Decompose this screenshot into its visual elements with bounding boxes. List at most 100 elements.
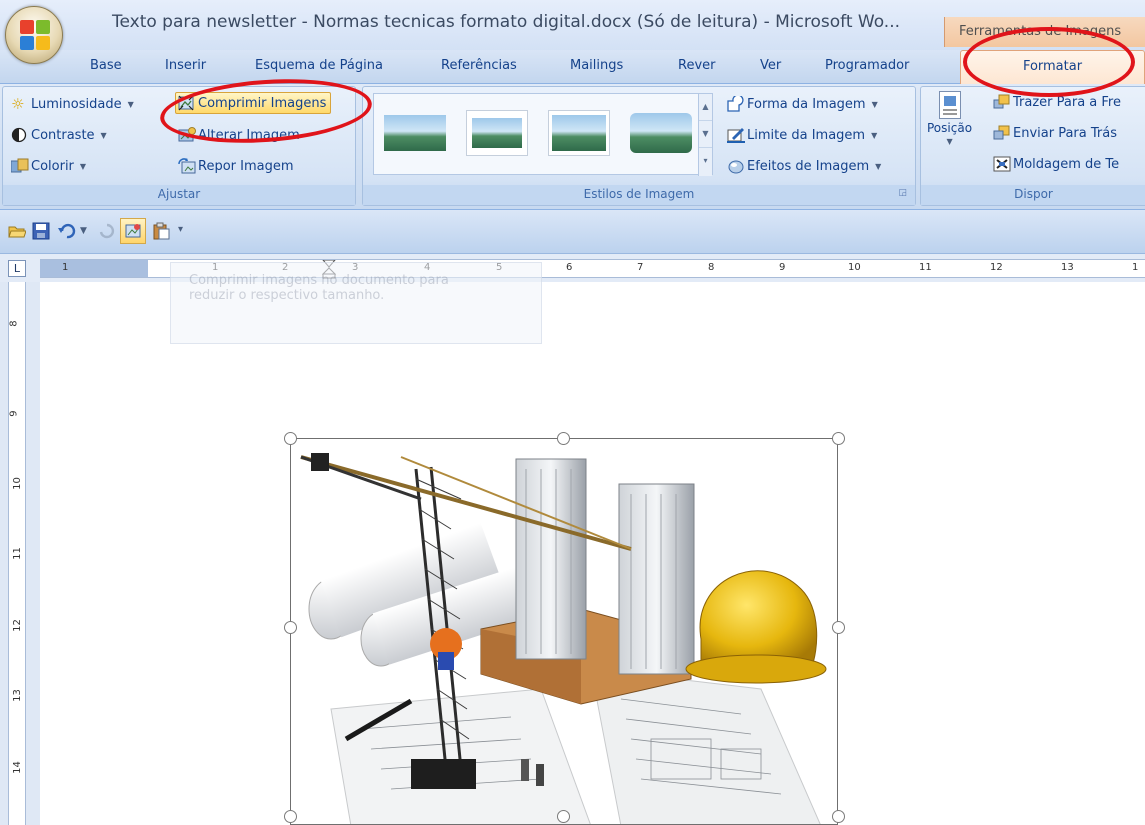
tab-programador[interactable]: Programador — [825, 58, 909, 73]
comprimir-imagens-button[interactable]: Comprimir Imagens — [175, 92, 332, 114]
ruler-number: 13 — [1061, 262, 1074, 273]
picture-style-thumb[interactable] — [466, 110, 528, 156]
paste-icon[interactable] — [152, 222, 170, 240]
forma-da-imagem-button[interactable]: Forma da Imagem ▼ — [727, 93, 878, 115]
resize-handle-bottom[interactable] — [557, 810, 570, 823]
ruler-number: 9 — [8, 410, 20, 417]
tab-formatar[interactable]: Formatar — [960, 50, 1145, 85]
contrast-icon — [11, 127, 27, 143]
group-ajustar: ☼ Luminosidade ▼ Contraste ▼ Colorir ▼ Comp… — [2, 86, 356, 206]
ruler-left-margin — [40, 260, 148, 277]
alterar-imagem-label: Alterar Imagem — [198, 127, 300, 143]
open-folder-icon[interactable] — [8, 222, 26, 240]
forma-da-imagem-label: Forma da Imagem — [747, 96, 866, 112]
bring-forward-icon — [993, 94, 1010, 110]
ruler-number: 7 — [637, 262, 644, 273]
limite-da-imagem-label: Limite da Imagem — [747, 127, 866, 143]
compress-quick-button[interactable] — [120, 218, 146, 244]
posicao-button[interactable]: Posição ▼ — [927, 91, 972, 165]
limite-da-imagem-button[interactable]: Limite da Imagem ▼ — [727, 124, 877, 146]
send-backward-icon — [993, 125, 1010, 141]
resize-handle-bottom-left[interactable] — [284, 810, 297, 823]
tab-mailings[interactable]: Mailings — [570, 58, 623, 73]
gallery-scroll-down-icon[interactable]: ▼ — [699, 121, 712, 148]
efeitos-de-imagem-button[interactable]: Efeitos de Imagem ▼ — [727, 155, 881, 177]
sun-icon: ☼ — [11, 95, 25, 113]
picture-styles-gallery: ▲ ▼ ▾ — [373, 93, 713, 176]
undo-icon[interactable] — [58, 222, 76, 240]
luminosidade-button[interactable]: ☼ Luminosidade ▼ — [11, 93, 134, 115]
recolor-icon — [10, 158, 29, 174]
tab-ver[interactable]: Ver — [760, 58, 781, 73]
tab-esquema-de-pagina[interactable]: Esquema de Página — [255, 58, 383, 73]
estilos-de-imagem-label: Estilos de Imagem — [583, 187, 695, 201]
ruler-number: 11 — [11, 547, 23, 560]
tooltip-line-1: Comprimir imagens no documento para — [189, 273, 449, 288]
window-title: Texto para newsletter - Normas tecnicas … — [112, 12, 901, 32]
colorir-button[interactable]: Colorir ▼ — [10, 155, 86, 177]
trazer-para-a-frente-button[interactable]: Trazer Para a Fre — [993, 91, 1121, 113]
customize-toolbar-icon[interactable]: ▾ — [178, 224, 183, 235]
title-bar: Texto para newsletter - Normas tecnicas … — [0, 0, 1145, 50]
contraste-label: Contraste — [31, 127, 95, 143]
enviar-para-tras-button[interactable]: Enviar Para Trás — [993, 122, 1117, 144]
trazer-label: Trazer Para a Fre — [1013, 94, 1121, 110]
ruler-number: 8 — [8, 320, 20, 327]
alterar-imagem-button[interactable]: Alterar Imagem — [178, 124, 300, 146]
position-icon — [938, 91, 961, 119]
quick-access-toolbar: ▼ ▾ — [0, 210, 1145, 254]
resize-handle-top-left[interactable] — [284, 432, 297, 445]
efeitos-de-imagem-label: Efeitos de Imagem — [747, 158, 870, 174]
resize-handle-right[interactable] — [832, 621, 845, 634]
picture-style-thumb[interactable] — [630, 110, 692, 156]
vertical-ruler[interactable]: 8 9 10 11 12 13 14 — [8, 282, 26, 825]
ruler-number: 13 — [11, 689, 23, 702]
reset-picture-icon — [178, 158, 196, 174]
construction-picture[interactable] — [290, 438, 838, 825]
repor-imagem-button[interactable]: Repor Imagem — [178, 155, 294, 177]
office-logo-icon — [20, 20, 50, 50]
moldagem-de-texto-button[interactable]: Moldagem de Te — [993, 153, 1119, 175]
picture-style-thumb[interactable] — [548, 110, 610, 156]
ruler-number: 14 — [11, 761, 23, 774]
tab-rever[interactable]: Rever — [678, 58, 715, 73]
contraste-button[interactable]: Contraste ▼ — [11, 124, 107, 146]
save-icon[interactable] — [32, 222, 50, 240]
text-wrap-icon — [993, 156, 1011, 172]
gallery-scroll-up-icon[interactable]: ▲ — [699, 94, 712, 121]
tab-selector[interactable]: L — [8, 260, 26, 277]
colorir-label: Colorir — [31, 158, 74, 174]
undo-dropdown-icon[interactable]: ▼ — [80, 226, 87, 236]
ruler-number: 10 — [11, 477, 23, 490]
picture-style-thumb[interactable] — [384, 110, 446, 156]
tooltip-ghost: Comprimir imagens no documento para redu… — [170, 262, 542, 344]
dialog-launcher-icon[interactable]: ◲ — [898, 188, 907, 198]
ruler-number: 6 — [566, 262, 573, 273]
estilos-group-label: Estilos de Imagem ◲ — [363, 185, 915, 205]
border-pen-icon — [727, 127, 745, 143]
ruler-number: 1 — [1132, 262, 1139, 273]
office-button[interactable] — [5, 6, 63, 64]
ajustar-group-label: Ajustar — [3, 185, 355, 205]
resize-handle-top[interactable] — [557, 432, 570, 445]
dispor-group-label: Dispor — [921, 185, 1145, 205]
ruler-number: 10 — [848, 262, 861, 273]
resize-handle-top-right[interactable] — [832, 432, 845, 445]
tab-inserir[interactable]: Inserir — [165, 58, 206, 73]
ruler-number: 8 — [708, 262, 715, 273]
resize-handle-left[interactable] — [284, 621, 297, 634]
compress-pictures-icon — [178, 95, 194, 111]
tab-base[interactable]: Base — [90, 58, 122, 73]
effects-icon — [727, 158, 744, 174]
ruler-number: 12 — [990, 262, 1003, 273]
gallery-more-icon[interactable]: ▾ — [699, 148, 712, 175]
redo-icon — [99, 223, 115, 239]
ruler-number: 12 — [11, 619, 23, 632]
ruler-number: 11 — [919, 262, 932, 273]
group-dispor: Posição ▼ Trazer Para a Fre Enviar Para … — [920, 86, 1145, 206]
resize-handle-bottom-right[interactable] — [832, 810, 845, 823]
tab-referencias[interactable]: Referências — [441, 58, 517, 73]
repor-imagem-label: Repor Imagem — [198, 158, 294, 174]
gallery-scrollbar[interactable]: ▲ ▼ ▾ — [698, 94, 712, 176]
comprimir-imagens-label: Comprimir Imagens — [198, 95, 327, 111]
